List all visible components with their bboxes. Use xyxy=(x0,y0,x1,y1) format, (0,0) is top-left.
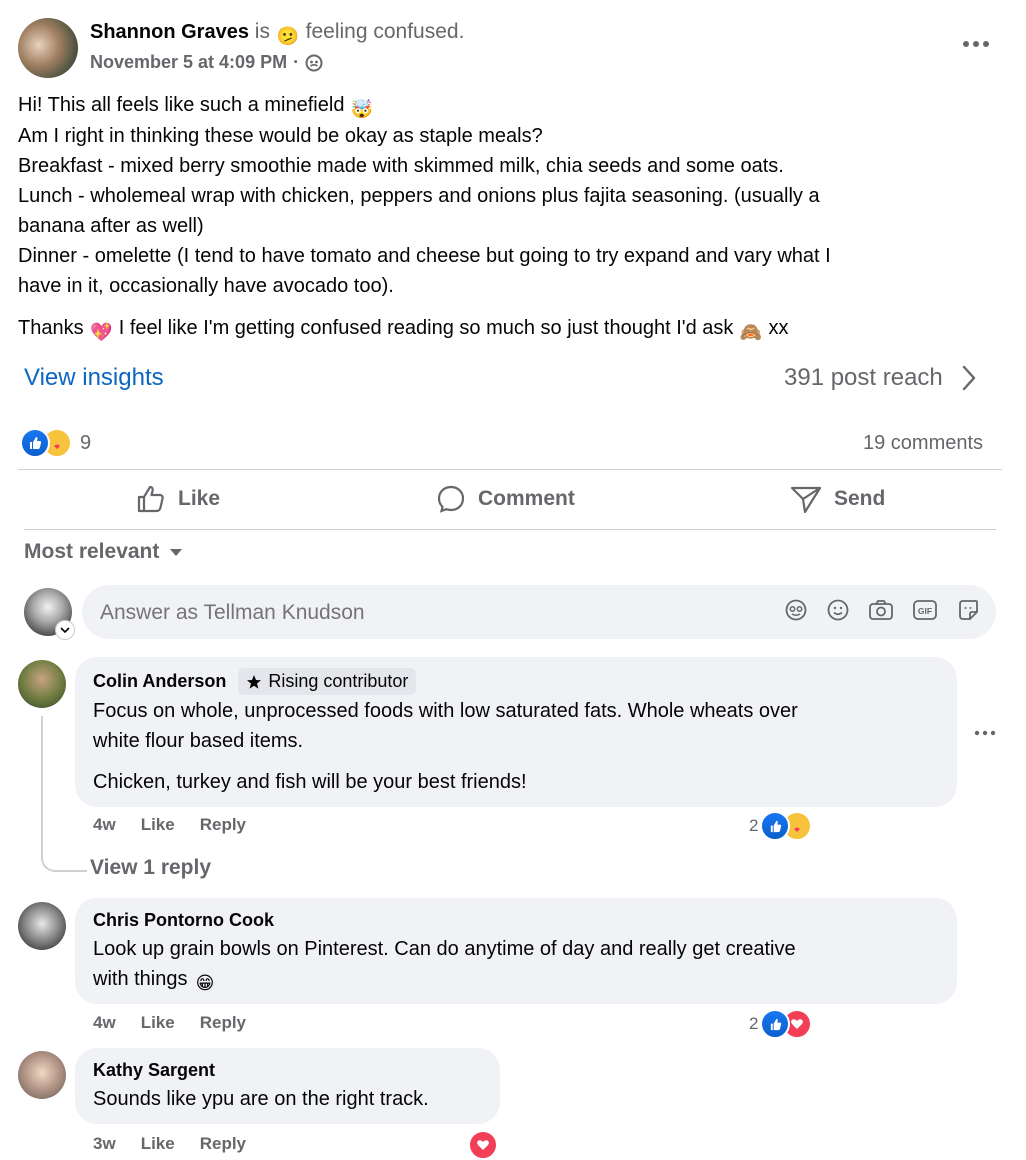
post-reactions[interactable]: 9 xyxy=(20,428,91,458)
comment-text: Chicken, turkey and fish will be your be… xyxy=(93,771,527,793)
post-line: xx xyxy=(768,317,789,339)
sort-label: Most relevant xyxy=(24,540,160,563)
comment-button-label: Comment xyxy=(478,487,575,510)
commenter-avatar[interactable] xyxy=(18,902,66,950)
comment-reactions[interactable]: 2 xyxy=(749,811,813,841)
post-line: have in it, occasionally have avocado to… xyxy=(18,275,394,297)
like-button[interactable]: Like xyxy=(136,484,220,514)
sparkling-heart-icon: 💖 xyxy=(89,322,113,342)
comment-reply-button[interactable]: Reply xyxy=(200,1134,246,1154)
like-reaction-icon xyxy=(20,428,50,458)
post-author-name[interactable]: Shannon Graves xyxy=(90,21,249,43)
comment-bubble: Chris Pontorno Cook Look up grain bowls … xyxy=(75,898,957,1004)
sticker-icon[interactable] xyxy=(956,598,980,622)
post-line: Lunch - wholemeal wrap with chicken, pep… xyxy=(18,185,820,207)
comment-author[interactable]: Colin Anderson xyxy=(93,671,226,692)
comment-bubble: Kathy Sargent Sounds like ypu are on the… xyxy=(75,1048,500,1124)
comment-more-icon[interactable] xyxy=(972,726,998,740)
send-button-label: Send xyxy=(834,487,886,510)
like-button-label: Like xyxy=(178,487,221,510)
comment-reactions[interactable]: 2 xyxy=(749,1009,813,1039)
view-insights-link[interactable]: View insights xyxy=(24,364,164,392)
comment-like-button[interactable]: Like xyxy=(141,815,175,835)
badge-label: Rising contributor xyxy=(268,671,409,691)
group-audience-icon xyxy=(305,54,323,72)
post-author-line: Shannon Graves is 🫤 feeling confused. xyxy=(90,20,464,48)
love-reaction-icon xyxy=(468,1130,498,1160)
post-meta: November 5 at 4:09 PM · xyxy=(90,52,323,73)
comment-time[interactable]: 4w xyxy=(93,1013,116,1033)
post-line: Hi! This all feels like such a minefield xyxy=(18,94,345,116)
post-line: Thanks xyxy=(18,317,84,339)
comment-meta: 4w Like Reply xyxy=(93,1013,246,1033)
post-line: Am I right in thinking these would be ok… xyxy=(18,125,543,147)
grinning-face-icon: 😁 xyxy=(195,973,215,993)
divider xyxy=(18,469,1002,470)
comment-reaction-count: 2 xyxy=(749,816,759,835)
comment-input[interactable] xyxy=(98,595,762,631)
more-horizontal-icon[interactable] xyxy=(960,34,992,54)
camera-icon[interactable] xyxy=(868,598,894,622)
post-author-avatar[interactable] xyxy=(18,18,78,78)
comment-meta: 4w Like Reply xyxy=(93,815,246,835)
comment-composer[interactable]: GIF xyxy=(82,585,996,639)
divider xyxy=(24,529,996,530)
post-reach-label: 391 post reach xyxy=(784,364,943,391)
reaction-count: 9 xyxy=(80,431,92,454)
post-line: Dinner - omelette (I tend to have tomato… xyxy=(18,245,831,267)
post-line: banana after as well) xyxy=(18,215,204,237)
thumbs-up-icon xyxy=(136,484,166,514)
comments-count[interactable]: 19 comments xyxy=(863,432,983,455)
comment-meta: 3w Like Reply xyxy=(93,1134,246,1154)
comment-time[interactable]: 3w xyxy=(93,1134,116,1154)
comment-text: white flour based items. xyxy=(93,730,304,752)
caret-down-icon xyxy=(169,547,183,557)
post-line: Breakfast - mixed berry smoothie made wi… xyxy=(18,155,784,177)
emoji-smile-icon[interactable] xyxy=(826,598,850,622)
svg-text:GIF: GIF xyxy=(918,606,932,616)
confused-face-icon: 🫤 xyxy=(276,26,299,46)
comment-text: Look up grain bowls on Pinterest. Can do… xyxy=(93,938,796,960)
avatar-sticker-icon[interactable] xyxy=(784,598,808,622)
comment-author[interactable]: Chris Pontorno Cook xyxy=(93,910,274,930)
exploding-head-icon: 🤯 xyxy=(350,99,374,119)
chevron-right-icon xyxy=(961,364,977,392)
commenter-avatar[interactable] xyxy=(18,1051,66,1099)
comment-sort-dropdown[interactable]: Most relevant xyxy=(24,540,183,564)
commenter-avatar[interactable] xyxy=(18,660,66,708)
rising-contributor-badge[interactable]: Rising contributor xyxy=(238,668,417,695)
comment-reactions[interactable] xyxy=(468,1130,498,1160)
comment-text: Focus on whole, unprocessed foods with l… xyxy=(93,700,798,722)
profile-switch-chevron-icon[interactable] xyxy=(55,620,75,640)
star-icon xyxy=(246,674,262,690)
post-line: I feel like I'm getting confused reading… xyxy=(118,317,734,339)
comment-bubble-icon xyxy=(436,484,466,514)
comment-author[interactable]: Kathy Sargent xyxy=(93,1060,215,1080)
post-timestamp[interactable]: November 5 at 4:09 PM xyxy=(90,52,287,73)
meta-separator: · xyxy=(293,52,300,72)
comment-bubble: Colin Anderson Rising contributor Focus … xyxy=(75,657,957,807)
comment-reply-button[interactable]: Reply xyxy=(200,815,246,835)
send-icon xyxy=(790,484,822,514)
send-button[interactable]: Send xyxy=(790,484,885,514)
gif-icon[interactable]: GIF xyxy=(912,598,938,622)
post-body: Hi! This all feels like such a minefield… xyxy=(18,90,1008,344)
comment-like-button[interactable]: Like xyxy=(141,1013,175,1033)
comment-button[interactable]: Comment xyxy=(436,484,575,514)
post-reach[interactable]: 391 post reach xyxy=(784,364,977,392)
comment-time[interactable]: 4w xyxy=(93,815,116,835)
comment-like-button[interactable]: Like xyxy=(141,1134,175,1154)
see-no-evil-monkey-icon: 🙈 xyxy=(739,322,763,342)
comment-reaction-count: 2 xyxy=(749,1014,759,1033)
feeling-prefix: is xyxy=(254,20,270,43)
comment-text: with things xyxy=(93,968,188,990)
comment-text: Sounds like ypu are on the right track. xyxy=(93,1088,429,1110)
feeling-text: feeling confused. xyxy=(305,20,465,43)
view-replies-link[interactable]: View 1 reply xyxy=(90,856,211,880)
comment-reply-button[interactable]: Reply xyxy=(200,1013,246,1033)
